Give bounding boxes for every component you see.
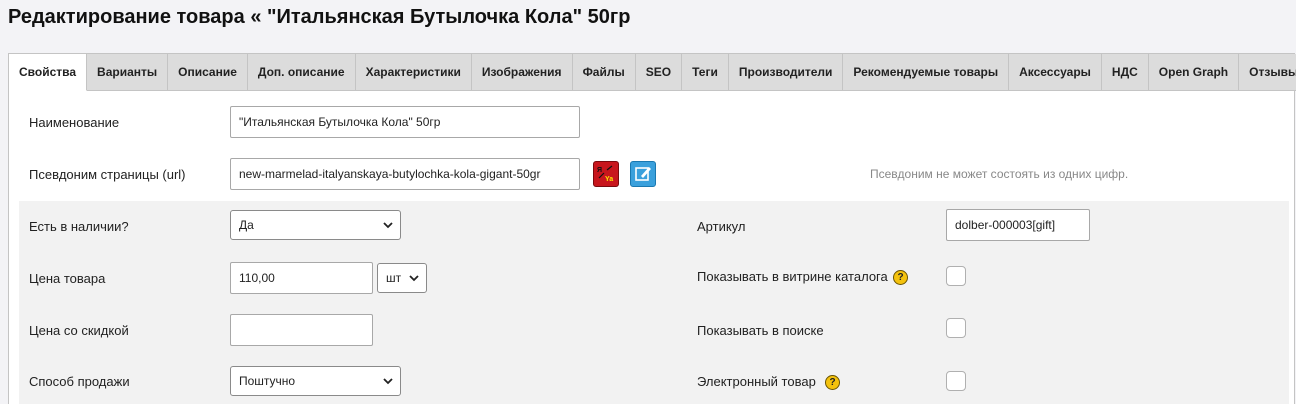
tab-reviews[interactable]: Отзывы	[1239, 54, 1296, 91]
translit-glyph: Я Ya	[597, 165, 613, 183]
electronic-checkbox[interactable]	[946, 371, 966, 391]
tab-properties[interactable]: Свойства	[9, 54, 88, 91]
in-stock-value: Да	[239, 218, 254, 232]
show-in-search-checkbox[interactable]	[946, 318, 966, 338]
url-label: Псевдоним страницы (url)	[29, 167, 186, 182]
tab-files[interactable]: Файлы	[572, 54, 636, 91]
params-area	[19, 201, 1289, 404]
tab-description[interactable]: Описание	[168, 54, 248, 91]
sale-method-label: Способ продажи	[29, 374, 130, 389]
tab-open-graph[interactable]: Open Graph	[1148, 54, 1240, 91]
tab-recommended[interactable]: Рекомендуемые товары	[843, 54, 1010, 91]
unit-value: шт	[386, 271, 402, 285]
tab-characteristics[interactable]: Характеристики	[355, 54, 472, 91]
properties-panel: Наименование Псевдоним страницы (url) Я …	[8, 91, 1295, 404]
tab-vat[interactable]: НДС	[1101, 54, 1149, 91]
sku-label: Артикул	[697, 219, 746, 234]
in-stock-select[interactable]: Да	[230, 210, 401, 240]
show-in-catalog-label: Показывать в витрине каталога	[697, 269, 888, 284]
sale-method-select[interactable]: Поштучно	[230, 366, 401, 396]
discount-price-input[interactable]	[230, 314, 373, 346]
page-title: Редактирование товара « "Итальянская Бут…	[8, 6, 631, 28]
show-in-search-label: Показывать в поиске	[697, 323, 824, 338]
sku-input[interactable]	[946, 209, 1090, 241]
tab-extra-description[interactable]: Доп. описание	[247, 54, 356, 91]
discount-price-label: Цена со скидкой	[29, 323, 129, 338]
unit-select[interactable]: шт	[377, 263, 427, 293]
price-input[interactable]	[230, 262, 373, 294]
help-icon[interactable]: ?	[825, 375, 840, 390]
tab-tags[interactable]: Теги	[682, 54, 729, 91]
tab-accessories[interactable]: Аксессуары	[1009, 54, 1102, 91]
url-input[interactable]	[230, 158, 580, 190]
tab-seo[interactable]: SEO	[635, 54, 683, 91]
url-hint: Псевдоним не может состоять из одних циф…	[870, 167, 1129, 181]
in-stock-label: Есть в наличии?	[29, 219, 129, 234]
help-icon[interactable]: ?	[893, 270, 908, 285]
electronic-label: Электронный товар	[697, 374, 816, 389]
svg-text:Я: Я	[597, 167, 602, 174]
sale-method-value: Поштучно	[239, 374, 296, 388]
tab-bar: Свойства Варианты Описание Доп. описание…	[8, 53, 1296, 91]
tab-manufacturers[interactable]: Производители	[728, 54, 844, 91]
tab-variants[interactable]: Варианты	[87, 54, 169, 91]
chevron-down-icon	[409, 275, 419, 282]
name-label: Наименование	[29, 115, 120, 130]
svg-text:Ya: Ya	[605, 176, 613, 183]
chevron-down-icon	[383, 222, 393, 229]
chevron-down-icon	[383, 378, 393, 385]
edit-glyph	[635, 167, 651, 181]
name-input[interactable]	[230, 106, 580, 138]
price-label: Цена товара	[29, 271, 106, 286]
show-in-catalog-checkbox[interactable]	[946, 266, 966, 286]
translit-icon[interactable]: Я Ya	[593, 161, 619, 187]
tab-images[interactable]: Изображения	[471, 54, 573, 91]
edit-icon[interactable]	[630, 161, 656, 187]
